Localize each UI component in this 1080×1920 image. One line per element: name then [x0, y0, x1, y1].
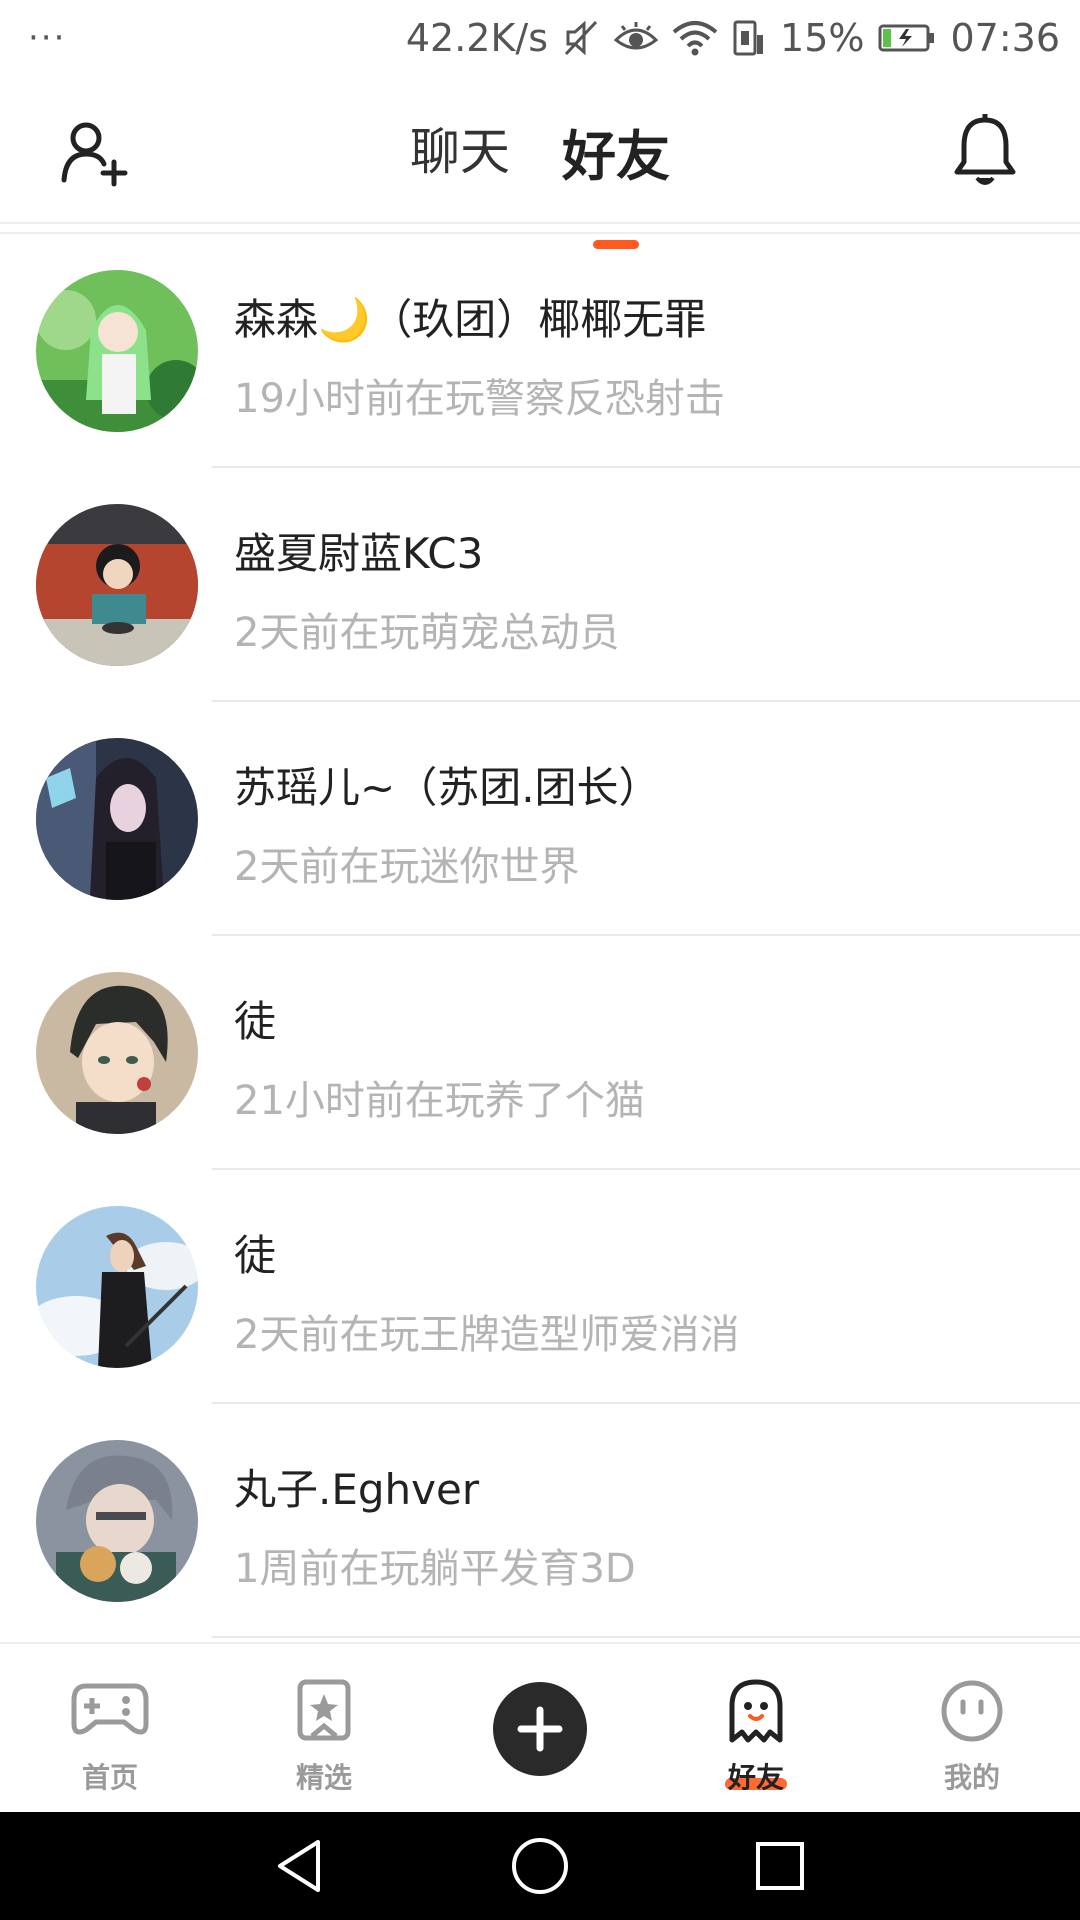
friend-row[interactable]: 苏瑶儿~（苏团.团长） 2天前在玩迷你世界: [0, 702, 1080, 936]
friend-status: 21小时前在玩养了个猫: [234, 1078, 645, 1124]
friend-row[interactable]: 盛夏尉蓝KC3 2天前在玩萌宠总动员: [0, 468, 1080, 702]
gamepad-icon: [71, 1683, 149, 1735]
nav-home-label: 首页: [81, 1761, 138, 1794]
nav-friends[interactable]: 好友: [686, 1644, 826, 1814]
friend-status: 2天前在玩王牌造型师爱消消: [234, 1312, 740, 1358]
notification-button[interactable]: [952, 114, 1018, 188]
status-right: 42.2K/s 15% 07:36: [406, 12, 1060, 64]
friend-name: 丸子.Eghver: [234, 1465, 480, 1514]
network-speed: 42.2K/s: [405, 16, 549, 60]
status-bar: ··· 42.2K/s 15% 07:36: [0, 0, 1080, 76]
battery-percent: 15%: [780, 16, 865, 60]
avatar: [36, 504, 198, 666]
friend-row[interactable]: 徒 2天前在玩王牌造型师爱消消: [0, 1170, 1080, 1404]
avatar: [36, 1440, 198, 1602]
eye-icon: [614, 22, 659, 50]
avatar: [36, 1206, 198, 1368]
nav-mine[interactable]: 我的: [902, 1644, 1042, 1814]
friend-status: 19小时前在玩警察反恐射击: [234, 376, 725, 422]
nav-mine-label: 我的: [943, 1761, 1000, 1794]
nav-home[interactable]: 首页: [40, 1644, 180, 1814]
home-button[interactable]: [510, 1836, 570, 1896]
nav-friends-label: 好友: [727, 1761, 784, 1794]
friend-name: 盛夏尉蓝KC3: [234, 529, 484, 578]
friend-row[interactable]: 徒 21小时前在玩养了个猫: [0, 936, 1080, 1170]
friend-status: 2天前在玩迷你世界: [234, 844, 580, 890]
status-dots: ···: [28, 18, 67, 58]
friend-status: 1周前在玩躺平发育3D: [234, 1546, 636, 1592]
tab-chat[interactable]: 聊天: [410, 112, 510, 191]
recents-square-icon: [756, 1842, 804, 1890]
friend-name: 苏瑶儿~（苏团.团长）: [234, 763, 661, 812]
home-circle-icon: [512, 1838, 568, 1894]
recents-button[interactable]: [750, 1836, 810, 1896]
nav-featured-label: 精选: [295, 1761, 352, 1794]
back-button[interactable]: [270, 1836, 330, 1896]
ghost-icon: [729, 1679, 783, 1743]
divider: [212, 1636, 1080, 1638]
avatar: [36, 972, 198, 1134]
back-triangle-icon: [278, 1840, 320, 1892]
friend-name: 徒: [234, 1231, 277, 1280]
sim-icon: [733, 20, 764, 56]
top-header: 聊天 好友: [0, 76, 1080, 249]
create-button[interactable]: [493, 1682, 587, 1776]
bottom-nav: 首页 精选 好友 我的: [0, 1642, 1080, 1812]
smiley-icon: [941, 1680, 1003, 1742]
avatar: [36, 738, 198, 900]
tab-friends-label: 好友: [562, 125, 670, 188]
wifi-icon: [672, 21, 718, 56]
mute-icon: [564, 20, 598, 56]
friend-row[interactable]: 丸子.Eghver 1周前在玩躺平发育3D: [0, 1404, 1080, 1638]
clock: 07:36: [950, 16, 1060, 60]
friend-name: 森森🌙（玖团）椰椰无罪: [234, 295, 707, 344]
friend-status: 2天前在玩萌宠总动员: [234, 610, 620, 656]
bookmark-star-icon: [297, 1679, 351, 1741]
friends-list: 森森🌙（玖团）椰椰无罪 19小时前在玩警察反恐射击 盛夏尉蓝KC3 2天前在玩萌…: [0, 232, 1080, 1648]
bell-icon: [954, 114, 1016, 185]
avatar: [36, 270, 198, 432]
friend-name: 徒: [234, 997, 277, 1046]
tab-friends[interactable]: 好友: [562, 112, 670, 249]
nav-featured[interactable]: 精选: [254, 1644, 394, 1814]
header-tabs: 聊天 好友: [0, 112, 1080, 249]
plus-icon: [517, 1706, 563, 1752]
battery-icon: [878, 23, 936, 53]
system-nav-bar: [0, 1812, 1080, 1920]
friend-row[interactable]: 森森🌙（玖团）椰椰无罪 19小时前在玩警察反恐射击: [0, 234, 1080, 468]
